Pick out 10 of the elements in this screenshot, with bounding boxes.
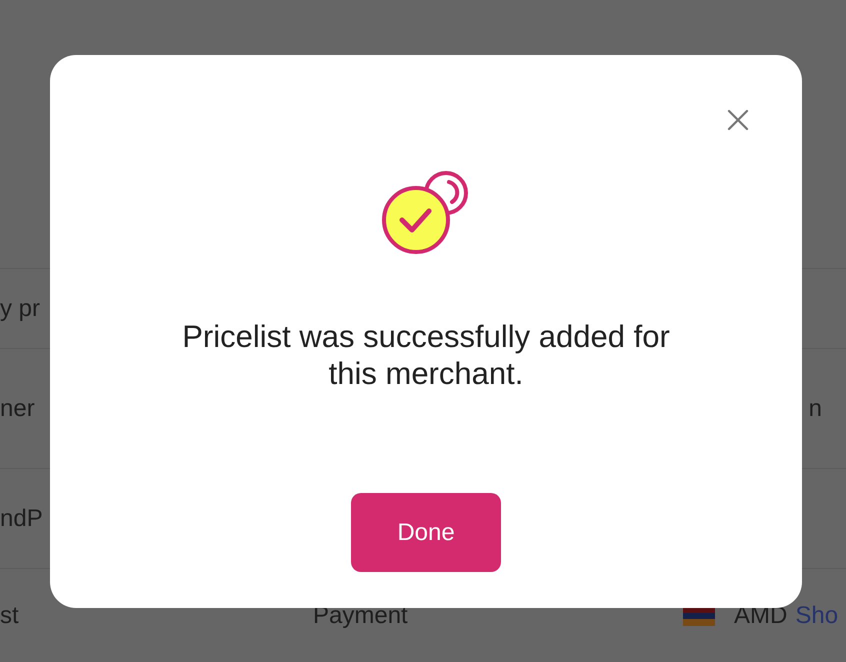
table-cell-text: st <box>0 600 20 630</box>
success-message: Pricelist was successfully added for this merchant. <box>181 318 671 392</box>
column-header: ner <box>0 394 35 424</box>
flag-icon <box>683 606 715 626</box>
column-header: n <box>808 394 822 424</box>
done-button[interactable]: Done <box>351 493 501 572</box>
table-cell-text: Payment <box>313 600 409 630</box>
table-cell-text: ndP <box>0 504 43 534</box>
search-text: y pr <box>0 294 40 324</box>
close-button[interactable] <box>726 108 750 132</box>
